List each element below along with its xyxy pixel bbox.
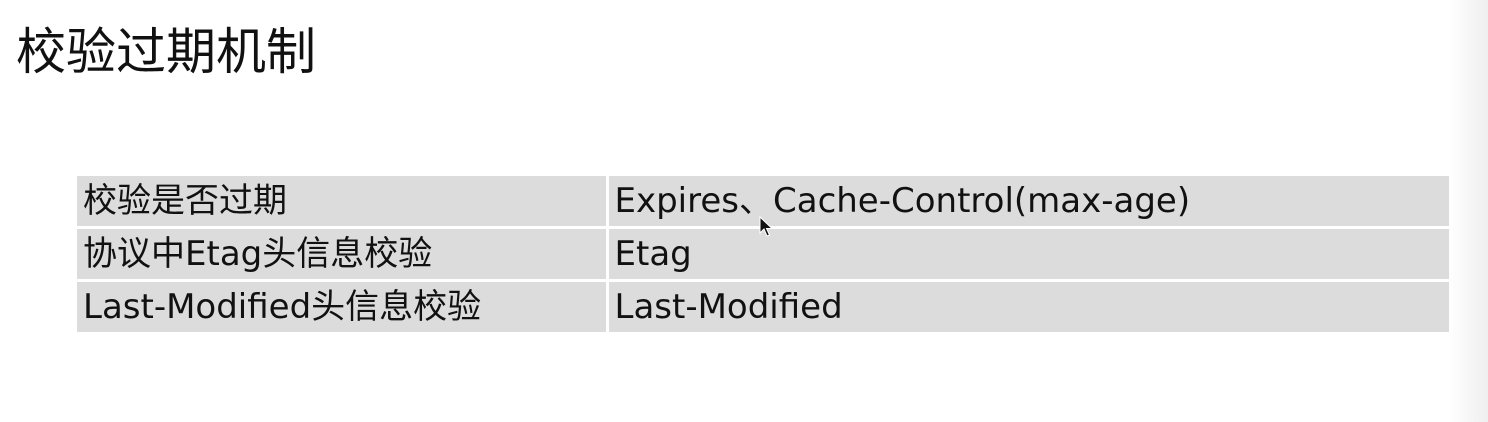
slide-edge-shadow [1448, 0, 1488, 422]
table-cell-label: 协议中Etag头信息校验 [77, 226, 609, 282]
table-cell-value: Etag [605, 226, 1449, 282]
table-cell-value: Last-Modified [605, 279, 1449, 332]
table-cell-label: 校验是否过期 [77, 176, 609, 229]
mouse-pointer-icon [759, 216, 773, 237]
table-row: Last-Modified头信息校验 Last-Modified [77, 279, 1449, 332]
comparison-table: 校验是否过期 Expires、Cache-Control(max-age) 协议… [77, 176, 1449, 332]
slide-title: 校验过期机制 [16, 23, 316, 81]
table-cell-value: Expires、Cache-Control(max-age) [605, 176, 1449, 229]
table-cell-label: Last-Modified头信息校验 [77, 279, 609, 332]
